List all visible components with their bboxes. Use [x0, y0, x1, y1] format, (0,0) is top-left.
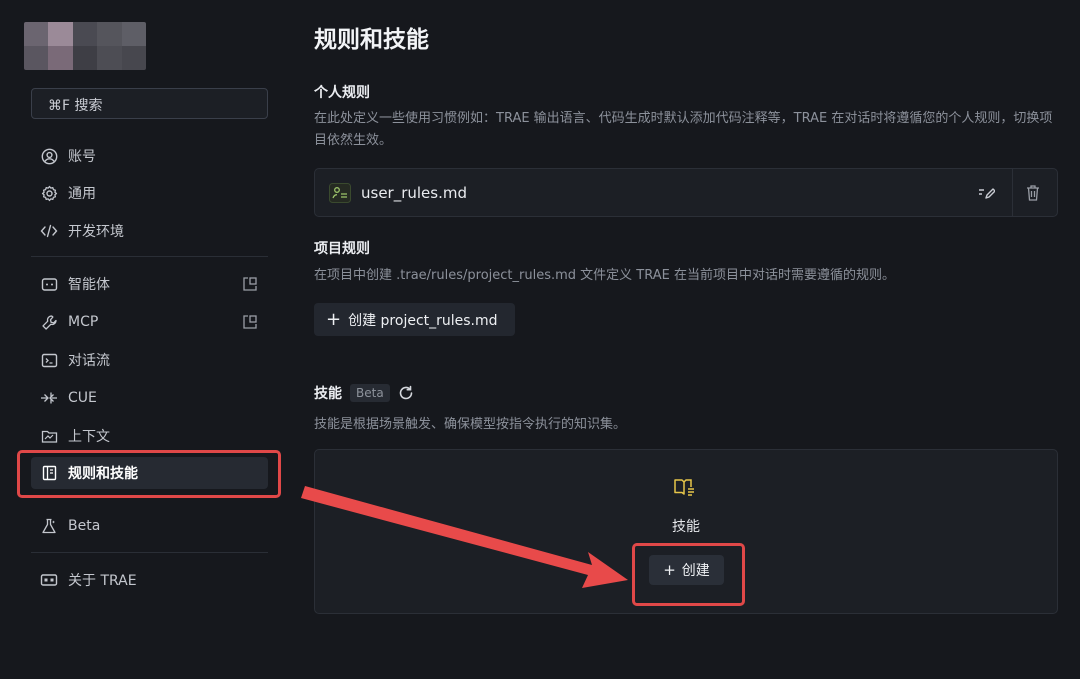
sidebar-item-label: 对话流 — [68, 353, 110, 369]
highlight-box — [632, 543, 745, 606]
avatar[interactable] — [24, 22, 146, 70]
wrench-icon — [40, 313, 58, 331]
search-input[interactable]: ⌘F 搜索 — [31, 88, 268, 119]
book-icon — [673, 477, 697, 497]
refresh-icon[interactable] — [398, 385, 414, 401]
highlight-box — [17, 450, 281, 498]
row-separator — [1012, 169, 1013, 216]
user-rules-file-row[interactable]: user_rules.md — [314, 168, 1058, 217]
sidebar-item-dev-env[interactable]: 开发环境 — [31, 215, 268, 247]
sidebar-item-agents[interactable]: 智能体 — [31, 268, 268, 300]
cue-icon — [40, 389, 58, 407]
sidebar-item-label: 开发环境 — [68, 224, 124, 240]
sidebar-item-general[interactable]: 通用 — [31, 177, 268, 209]
personal-rules-title: 个人规则 — [314, 85, 370, 101]
terminal-icon — [40, 351, 58, 369]
project-rules-description: 在项目中创建 .trae/rules/project_rules.md 文件定义… — [314, 268, 895, 283]
sidebar-item-beta[interactable]: Beta — [31, 510, 268, 542]
page-title: 规则和技能 — [314, 27, 429, 53]
trash-icon[interactable] — [1025, 184, 1041, 202]
agent-icon — [40, 275, 58, 293]
skills-empty-label: 技能 — [672, 519, 700, 535]
edit-icon[interactable] — [977, 184, 996, 202]
user-rules-file-name: user_rules.md — [361, 184, 468, 202]
sidebar-item-label: 通用 — [68, 186, 96, 202]
sidebar-item-label: CUE — [68, 390, 97, 406]
user-circle-icon — [40, 147, 58, 165]
sidebar: ⌘F 搜索 账号 通用 开发环境 智能体 MCP 对话流 CUE 上下文 规则和… — [0, 0, 290, 679]
gear-icon — [40, 184, 58, 202]
flask-icon — [40, 517, 58, 535]
external-link-icon[interactable] — [242, 314, 258, 330]
create-project-rules-button[interactable]: + 创建 project_rules.md — [314, 303, 515, 336]
sidebar-item-dialog-flow[interactable]: 对话流 — [31, 344, 268, 376]
sidebar-item-mcp[interactable]: MCP — [31, 306, 268, 338]
sidebar-divider — [31, 552, 268, 553]
skills-title: 技能 — [314, 386, 342, 402]
sidebar-item-label: MCP — [68, 314, 99, 330]
sidebar-divider — [31, 256, 268, 257]
create-project-rules-label: 创建 project_rules.md — [348, 312, 498, 329]
sidebar-item-label: 上下文 — [68, 429, 110, 445]
code-icon — [40, 222, 58, 240]
info-card-icon — [40, 571, 58, 589]
context-icon — [40, 427, 58, 445]
sidebar-item-label: 账号 — [68, 149, 96, 165]
sidebar-item-about[interactable]: 关于 TRAE — [31, 564, 268, 596]
sidebar-item-label: 智能体 — [68, 277, 110, 293]
beta-badge: Beta — [350, 384, 390, 402]
sidebar-item-cue[interactable]: CUE — [31, 382, 268, 414]
external-link-icon[interactable] — [242, 276, 258, 292]
sidebar-item-label: 关于 TRAE — [68, 573, 137, 589]
user-rules-file-icon — [329, 183, 351, 203]
sidebar-item-account[interactable]: 账号 — [31, 140, 268, 172]
personal-rules-description: 在此处定义一些使用习惯例如：TRAE 输出语言、代码生成时默认添加代码注释等，T… — [314, 111, 1053, 148]
sidebar-item-label: Beta — [68, 518, 101, 534]
skills-header: 技能 Beta — [314, 383, 414, 403]
project-rules-title: 项目规则 — [314, 241, 370, 257]
plus-icon: + — [326, 308, 342, 330]
sidebar-item-context[interactable]: 上下文 — [31, 420, 268, 452]
skills-description: 技能是根据场景触发、确保模型按指令执行的知识集。 — [314, 417, 627, 432]
